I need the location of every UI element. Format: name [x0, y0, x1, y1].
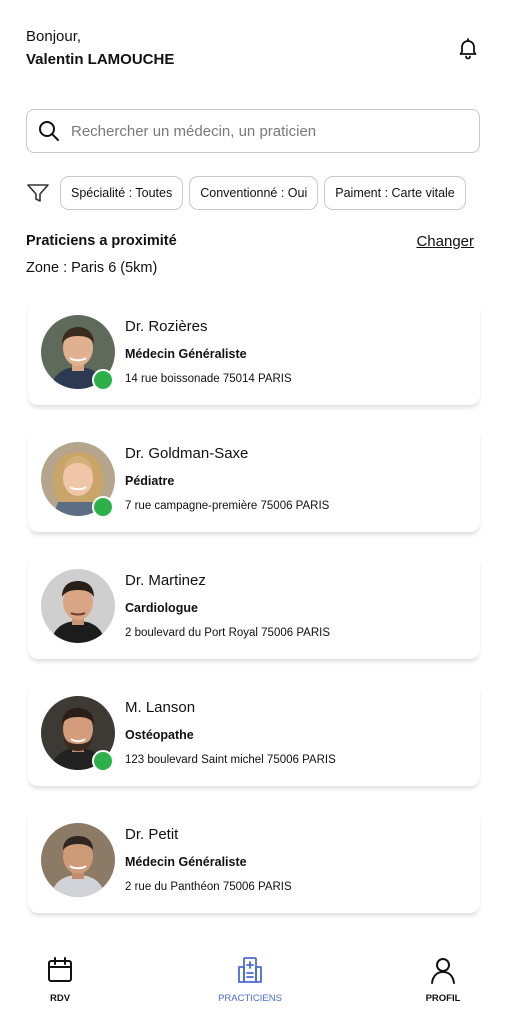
- zone-text: Zone : Paris 6 (5km): [26, 260, 158, 276]
- avatar: [41, 823, 115, 897]
- practitioner-specialty: Cardiologue: [125, 601, 198, 615]
- nav-item-practiciens[interactable]: PRACTICIENS: [205, 955, 295, 1004]
- user-name: Valentin LAMOUCHE: [26, 51, 175, 68]
- filter-chip-payment[interactable]: Paiment : Carte vitale: [324, 176, 466, 210]
- practitioner-card[interactable]: Dr. Rozières Médecin Généraliste 14 rue …: [28, 300, 480, 405]
- online-status-indicator: [92, 496, 114, 518]
- practitioner-address: 14 rue boissonade 75014 PARIS: [125, 373, 292, 385]
- user-icon: [431, 958, 455, 984]
- change-zone-link[interactable]: Changer: [416, 233, 474, 250]
- hospital-icon: [238, 957, 262, 983]
- practitioner-name: M. Lanson: [125, 699, 196, 716]
- practitioner-name: Dr. Rozières: [125, 318, 208, 335]
- practitioner-list: Dr. Rozières Médecin Généraliste 14 rue …: [28, 300, 480, 935]
- practitioner-specialty: Médecin Généraliste: [125, 347, 247, 361]
- practitioner-specialty: Médecin Généraliste: [125, 855, 247, 869]
- nav-item-profil[interactable]: PROFIL: [398, 955, 488, 1004]
- section-title: Praticiens a proximité: [26, 233, 177, 249]
- nav-label-practiciens: PRACTICIENS: [218, 993, 282, 1004]
- practitioner-specialty: Ostéopathe: [125, 728, 194, 742]
- practitioner-address: 123 boulevard Saint michel 75006 PARIS: [125, 754, 336, 766]
- bell-icon[interactable]: [456, 36, 480, 60]
- practitioner-card[interactable]: Dr. Goldman-Saxe Pédiatre 7 rue campagne…: [28, 427, 480, 532]
- filter-bar: Spécialité : Toutes Conventionné : Oui P…: [26, 176, 486, 210]
- nav-label-rdv: RDV: [49, 993, 71, 1004]
- header: Bonjour, Valentin LAMOUCHE: [26, 28, 480, 78]
- practitioner-address: 2 boulevard du Port Royal 75006 PARIS: [125, 627, 330, 639]
- practitioner-name: Dr. Martinez: [125, 572, 206, 589]
- online-status-indicator: [92, 369, 114, 391]
- greeting-text: Bonjour,: [26, 28, 82, 45]
- practitioner-specialty: Pédiatre: [125, 474, 175, 488]
- filter-chip-conventionne[interactable]: Conventionné : Oui: [189, 176, 319, 210]
- filter-chip-specialty[interactable]: Spécialité : Toutes: [60, 176, 184, 210]
- practitioner-card[interactable]: Dr. Martinez Cardiologue 2 boulevard du …: [28, 554, 480, 659]
- search-bar[interactable]: [26, 109, 480, 153]
- online-status-indicator: [92, 750, 114, 772]
- practitioner-name: Dr. Goldman-Saxe: [125, 445, 249, 462]
- search-icon: [39, 121, 59, 141]
- bottom-nav: RDV PRACTICIENS PROFIL: [0, 945, 506, 1024]
- section-header: Praticiens a proximité Changer: [26, 233, 474, 253]
- avatar: [41, 569, 115, 643]
- search-input[interactable]: [71, 122, 451, 140]
- practitioner-address: 7 rue campagne-première 75006 PARIS: [125, 500, 330, 512]
- practitioner-name: Dr. Petit: [125, 826, 179, 843]
- practitioner-card[interactable]: M. Lanson Ostéopathe 123 boulevard Saint…: [28, 681, 480, 786]
- nav-label-profil: PROFIL: [425, 993, 461, 1004]
- nav-item-rdv[interactable]: RDV: [15, 955, 105, 1004]
- calendar-icon: [48, 957, 72, 982]
- practitioner-card[interactable]: Dr. Petit Médecin Généraliste 2 rue du P…: [28, 808, 480, 913]
- filter-icon[interactable]: [26, 181, 50, 205]
- practitioner-address: 2 rue du Panthéon 75006 PARIS: [125, 881, 292, 893]
